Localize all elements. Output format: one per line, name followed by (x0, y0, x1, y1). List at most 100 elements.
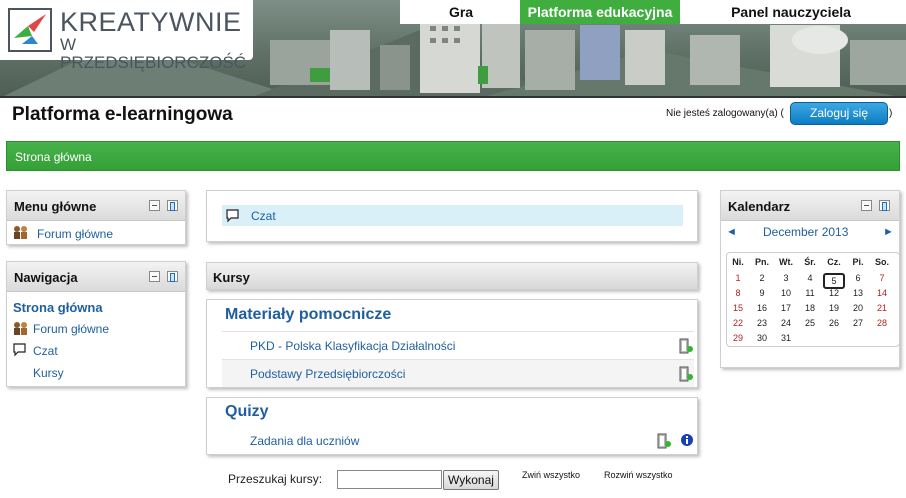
calendar-day[interactable]: 28 (870, 318, 894, 328)
calendar-day[interactable]: 20 (846, 303, 870, 313)
calendar-day[interactable]: 19 (822, 303, 846, 313)
calendar-day[interactable]: 25 (798, 318, 822, 328)
category-title[interactable]: Materiały pomocnicze (225, 306, 391, 324)
calendar-weekday: Ni. (732, 257, 744, 267)
course-row: PKD - Polska Klasyfikacja Działalności (222, 331, 694, 359)
next-month-icon[interactable]: ► (883, 226, 894, 238)
banner-divider (0, 96, 906, 98)
logo-title: KREATYWNIE (60, 7, 242, 37)
search-label: Przeszukaj kursy: (228, 472, 323, 486)
login-button[interactable]: Zaloguj się (790, 102, 888, 125)
calendar-day[interactable]: 1 (726, 273, 750, 283)
calendar-title: Kalendarz (728, 199, 791, 214)
calendar-weekday: So. (874, 257, 889, 267)
minimize-icon[interactable] (149, 200, 160, 211)
nav-home-link[interactable]: Strona główna (13, 300, 103, 315)
calendar-day[interactable]: 26 (822, 318, 846, 328)
calendar-day[interactable]: 3 (774, 273, 798, 283)
nav-item-courses[interactable]: Kursy (33, 366, 64, 380)
calendar-day[interactable]: 12 (822, 288, 846, 298)
calendar-day[interactable]: 22 (726, 318, 750, 328)
navigation-block: Nawigacja Strona główna Forum główne Cza… (6, 261, 186, 387)
site-main-block: Czat (206, 190, 698, 242)
calendar-day[interactable]: 17 (774, 303, 798, 313)
calendar-day[interactable]: 6 (846, 273, 870, 283)
nav-item-chat[interactable]: Czat (33, 344, 58, 358)
calendar-day[interactable]: 10 (774, 288, 798, 298)
calendar-day[interactable]: 16 (750, 303, 774, 313)
dock-icon[interactable] (167, 271, 178, 282)
calendar-block: Kalendarz ◄ December 2013 ► Ni. Pn. Wt. Śr.… (720, 190, 900, 368)
info-icon[interactable] (680, 432, 694, 448)
calendar-day[interactable]: 29 (726, 333, 750, 343)
calendar-day[interactable]: 2 (750, 273, 774, 283)
courses-title: Kursy (213, 270, 250, 285)
collapse-all-link[interactable]: Zwiń wszystko (522, 470, 580, 480)
breadcrumb-bar: Strona główna (6, 141, 900, 171)
prev-month-icon[interactable]: ◄ (726, 226, 737, 238)
course-link[interactable]: Zadania dla uczniów (250, 434, 359, 448)
calendar-day[interactable]: 11 (798, 288, 822, 298)
calendar-day-today[interactable]: 5 (823, 273, 845, 289)
navigation-title: Nawigacja (14, 270, 78, 285)
search-button[interactable]: Wykonaj (443, 470, 499, 490)
calendar-header: Kalendarz (721, 191, 899, 221)
expand-all-link[interactable]: Rozwiń wszystko (604, 470, 673, 480)
calendar-day[interactable]: 24 (774, 318, 798, 328)
nav-platforma-edukacyjna[interactable]: Platforma edukacyjna (520, 0, 680, 24)
course-link[interactable]: Podstawy Przedsiębiorczości (250, 367, 405, 381)
login-status: Nie jesteś zalogowany(a) ( (666, 108, 784, 119)
course-row: Zadania dla uczniów (222, 427, 694, 455)
breadcrumb-home[interactable]: Strona główna (15, 150, 92, 164)
nav-panel-nauczyciela[interactable]: Panel nauczyciela (726, 0, 856, 24)
chat-link[interactable]: Czat (251, 209, 276, 223)
course-search-input[interactable] (337, 470, 442, 489)
nav-item-forum[interactable]: Forum główne (33, 322, 109, 336)
minimize-icon[interactable] (149, 271, 160, 282)
calendar-weekday: Pi. (852, 257, 864, 267)
calendar-day[interactable]: 23 (750, 318, 774, 328)
calendar-day[interactable]: 27 (846, 318, 870, 328)
calendar-weekday: Śr. (804, 257, 816, 267)
enrol-icon (679, 338, 693, 354)
calendar-day[interactable]: 13 (846, 288, 870, 298)
nav-gra[interactable]: Gra (446, 0, 476, 24)
calendar-day[interactable]: 21 (870, 303, 894, 313)
calendar-grid: Ni. Pn. Wt. Śr. Cz. Pi. So. 1 2 3 4 5 6 7 8 9 10 11 12 13 14… (726, 252, 900, 347)
minimize-icon[interactable] (861, 200, 872, 211)
calendar-day[interactable]: 8 (726, 288, 750, 298)
page-title: Platforma e-learningowa (12, 104, 233, 125)
main-menu-header: Menu główne (7, 191, 185, 221)
top-navigation: Gra Platforma edukacyjna Panel nauczycie… (400, 0, 906, 24)
calendar-weekday: Pn. (754, 257, 769, 267)
calendar-day[interactable]: 14 (870, 288, 894, 298)
calendar-weekday: Wt. (779, 257, 793, 267)
menu-item-forum[interactable]: Forum główne (37, 227, 113, 241)
main-menu-block: Menu główne Forum główne (6, 190, 186, 245)
calendar-month[interactable]: December 2013 (763, 225, 848, 239)
dock-icon[interactable] (167, 200, 178, 211)
dock-icon[interactable] (879, 200, 890, 211)
navigation-header: Nawigacja (7, 262, 185, 292)
calendar-day[interactable]: 18 (798, 303, 822, 313)
login-status-close: ) (889, 108, 893, 119)
chat-icon (13, 343, 26, 357)
enrol-icon (657, 433, 671, 449)
chat-row[interactable]: Czat (222, 205, 683, 226)
logo-bird-icon (8, 8, 52, 52)
category-title[interactable]: Quizy (225, 403, 269, 421)
forum-icon (14, 226, 27, 239)
course-link[interactable]: PKD - Polska Klasyfikacja Działalności (250, 339, 455, 353)
site-banner: KREATYWNIE W PRZEDSIĘBIORCZOŚĆ Gra Platf… (0, 0, 906, 98)
calendar-day[interactable]: 15 (726, 303, 750, 313)
calendar-day[interactable]: 7 (870, 273, 894, 283)
calendar-day[interactable]: 9 (750, 288, 774, 298)
calendar-day[interactable]: 4 (798, 273, 822, 283)
calendar-day[interactable]: 30 (750, 333, 774, 343)
main-menu-title: Menu główne (14, 199, 97, 214)
course-row: Podstawy Przedsiębiorczości (222, 359, 694, 387)
calendar-day[interactable]: 31 (774, 333, 798, 343)
calendar-weekday: Cz. (827, 257, 841, 267)
site-logo[interactable]: KREATYWNIE W PRZEDSIĘBIORCZOŚĆ (0, 0, 253, 72)
forum-icon (14, 322, 27, 335)
